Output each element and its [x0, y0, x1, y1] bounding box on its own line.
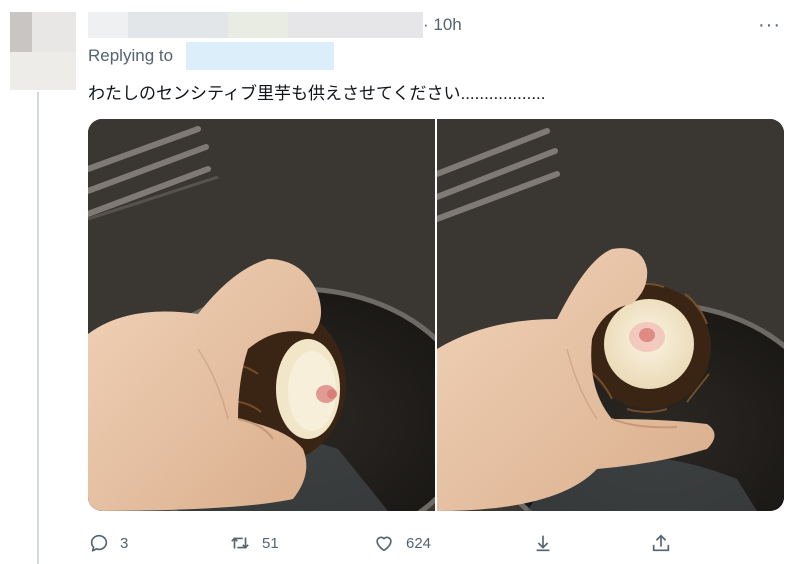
tweet-time[interactable]: · 10h: [423, 15, 462, 35]
tweet-text: わたしのセンシティブ里芋も供えさせてください..................: [88, 84, 546, 103]
retweet-button[interactable]: 51: [228, 530, 279, 556]
reply-icon: [90, 534, 108, 552]
share-icon: [652, 534, 670, 552]
share-button[interactable]: [650, 530, 672, 556]
like-button[interactable]: 624: [372, 530, 431, 556]
retweet-icon: [231, 537, 249, 549]
media-photo-right[interactable]: [437, 119, 784, 511]
reply-count: 3: [120, 534, 129, 552]
reply-button[interactable]: 3: [88, 530, 128, 556]
username-redacted[interactable]: [88, 12, 423, 38]
media-photo-left[interactable]: [88, 119, 435, 511]
like-icon: [376, 536, 392, 552]
thread-line: [37, 92, 39, 564]
replying-to-label: Replying to: [88, 46, 174, 65]
bookmark-icon: [536, 535, 550, 552]
tweet-actions: 3 51 624: [0, 530, 800, 556]
bookmark-button[interactable]: [532, 530, 554, 556]
media-grid: [88, 119, 784, 511]
retweet-count: 51: [262, 534, 279, 552]
like-count: 624: [406, 534, 432, 552]
avatar[interactable]: [10, 12, 76, 90]
replying-to-handle-redacted[interactable]: [186, 42, 334, 70]
more-options-icon[interactable]: ···: [758, 14, 781, 37]
